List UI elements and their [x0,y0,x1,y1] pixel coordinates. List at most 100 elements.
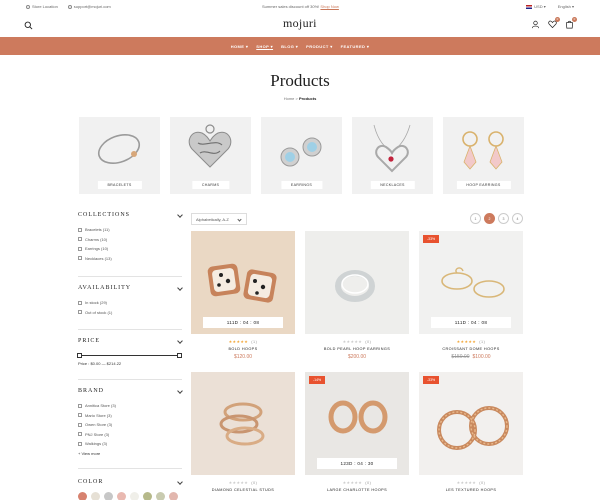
sort-select[interactable]: Alphabetically, A-Z [191,213,247,225]
product-name[interactable]: DIAMOND CELESTIAL STUDS [191,488,295,492]
option-label: PNJ Store (3) [85,431,110,437]
product-image[interactable]: -14% 123D : 04 : 30 [305,372,409,475]
checkbox[interactable] [78,310,82,315]
checkbox[interactable] [78,227,82,232]
color-swatch[interactable] [78,492,87,500]
logo[interactable]: mojuri [283,16,317,31]
product-card[interactable]: -14% 123D : 04 : 30 ★★★★★ (0) LARGE CHARL… [305,372,409,492]
checkbox[interactable] [78,432,82,437]
filter-option[interactable]: In stock (29) [78,298,182,308]
product-image[interactable]: -33% 111D : 04 : 08 [419,231,523,334]
price-title[interactable]: PRICE [78,338,182,344]
cart-button[interactable]: 0 [565,17,577,29]
checkbox[interactable] [78,246,82,251]
product-card[interactable]: ★★★★★ (0) DIAMOND CELESTIAL STUDS [191,372,295,492]
filter-option[interactable]: Earrings (10) [78,244,182,254]
color-swatch[interactable] [91,492,100,500]
product-image[interactable] [305,231,409,334]
price-range-slider[interactable] [77,353,182,358]
checkbox[interactable] [78,422,82,427]
wishlist-button[interactable]: 0 [548,17,560,29]
option-label: Walkings (3) [85,441,108,447]
nav-item-product[interactable]: PRODUCT ▾ [306,44,333,49]
checkbox[interactable] [78,256,82,261]
option-label: Bracelets (11) [85,227,110,233]
shop-now-link[interactable]: Shop Now [320,4,338,9]
color-swatch[interactable] [156,492,165,500]
filter-option[interactable]: Bracelets (11) [78,225,182,235]
chevron-down-icon [237,217,242,222]
brand-title[interactable]: BRAND [78,388,182,394]
product-name[interactable]: CROISSANT DOME HOOPS [419,347,523,351]
category-hoop-earrings[interactable]: HOOP EARRINGS [443,117,524,194]
product-image[interactable]: 111D : 04 : 08 [191,231,295,334]
price-min-handle[interactable] [77,353,82,358]
filter-option[interactable]: Necklaces (13) [78,254,182,264]
nav-item-home[interactable]: HOME ▾ [231,44,249,49]
color-swatch[interactable] [104,492,113,500]
product-card[interactable]: ★★★★★ (0) BOLD PEARL HOOP EARRINGS $200.0… [305,231,409,360]
email-link[interactable]: support@mojuri.com [67,4,111,9]
store-location-link[interactable]: Store Location [26,4,58,9]
price-max-handle[interactable] [177,353,182,358]
countdown-timer: 111D : 04 : 08 [203,317,283,328]
language-select[interactable]: English ▾ [558,4,574,9]
option-label: Annitica Store (3) [85,403,116,409]
availability-title[interactable]: AVAILABILITY [78,285,182,291]
view-2-button[interactable]: 2 [484,213,495,224]
filter-option[interactable]: Out of stock (1) [78,308,182,318]
color-swatch[interactable] [169,492,178,500]
filter-option[interactable]: Charms (10) [78,235,182,245]
filter-option[interactable]: Owen Store (3) [78,420,182,430]
review-count: (0) [365,340,372,344]
product-name[interactable]: LES TEXTURED HOOPS [419,488,523,492]
category-necklaces[interactable]: NECKLACES [352,117,433,194]
view-1-button[interactable]: 1 [470,213,481,224]
product-card[interactable]: -33% ★★★★★ (0) LES TEXTURED HOOPS [419,372,523,492]
product-name[interactable]: LARGE CHARLOTTE HOOPS [305,488,409,492]
collections-title[interactable]: COLLECTIONS [78,212,182,218]
checkbox[interactable] [78,403,82,408]
view-4-button[interactable]: 4 [512,213,523,224]
color-title[interactable]: COLOR [78,479,182,485]
category-bracelets[interactable]: BRACELETS [79,117,160,194]
filter-option[interactable]: PNJ Store (3) [78,430,182,440]
nav-item-featured[interactable]: FEATURED ▾ [341,44,370,49]
main-nav: HOME ▾ SHOP ▾ BLOG ▾ PRODUCT ▾ FEATURED … [0,37,600,55]
product-price: $150.00 $100.00 [419,354,523,360]
product-card[interactable]: 111D : 04 : 08 ★★★★★ (1) BOLD HOOPS $120.… [191,231,295,360]
filter-option[interactable]: Annitica Store (3) [78,401,182,411]
nav-label: HOME [230,43,245,49]
divider [78,379,182,380]
color-swatch[interactable] [117,492,126,500]
checkbox[interactable] [78,441,82,446]
filter-option[interactable]: Walkings (3) [78,439,182,449]
checkbox[interactable] [78,413,82,418]
product-card[interactable]: -33% 111D : 04 : 08 ★★★★★ (1) CROISSANT D… [419,231,523,360]
price-current: $200.00 [347,354,367,360]
color-swatch[interactable] [143,492,152,500]
breadcrumb-home[interactable]: Home [284,96,295,101]
nav-label: SHOP [256,43,270,49]
option-label: Earrings (10) [85,246,109,252]
color-swatch[interactable] [130,492,139,500]
checkbox[interactable] [78,300,82,305]
view-more-link[interactable]: + View more [78,451,182,456]
category-label: HOOP EARRINGS [456,181,511,189]
product-name[interactable]: BOLD HOOPS [191,347,295,351]
filter-option[interactable]: Mario Store (3) [78,411,182,421]
product-image[interactable]: -33% [419,372,523,475]
nav-item-shop[interactable]: SHOP ▾ [256,44,273,49]
user-icon[interactable] [531,20,540,29]
category-charms[interactable]: CHARMS [170,117,251,194]
view-3-button[interactable]: 3 [498,213,509,224]
availability-filter: AVAILABILITY In stock (29) Out of stock … [78,285,183,318]
nav-label: FEATURED [340,43,366,49]
product-name[interactable]: BOLD PEARL HOOP EARRINGS [305,347,409,351]
product-image[interactable] [191,372,295,475]
category-earrings[interactable]: EARRINGS [261,117,342,194]
nav-item-blog[interactable]: BLOG ▾ [281,44,298,49]
checkbox[interactable] [78,237,82,242]
search-icon[interactable] [24,21,33,30]
currency-select[interactable]: USD ▾ [526,4,546,9]
